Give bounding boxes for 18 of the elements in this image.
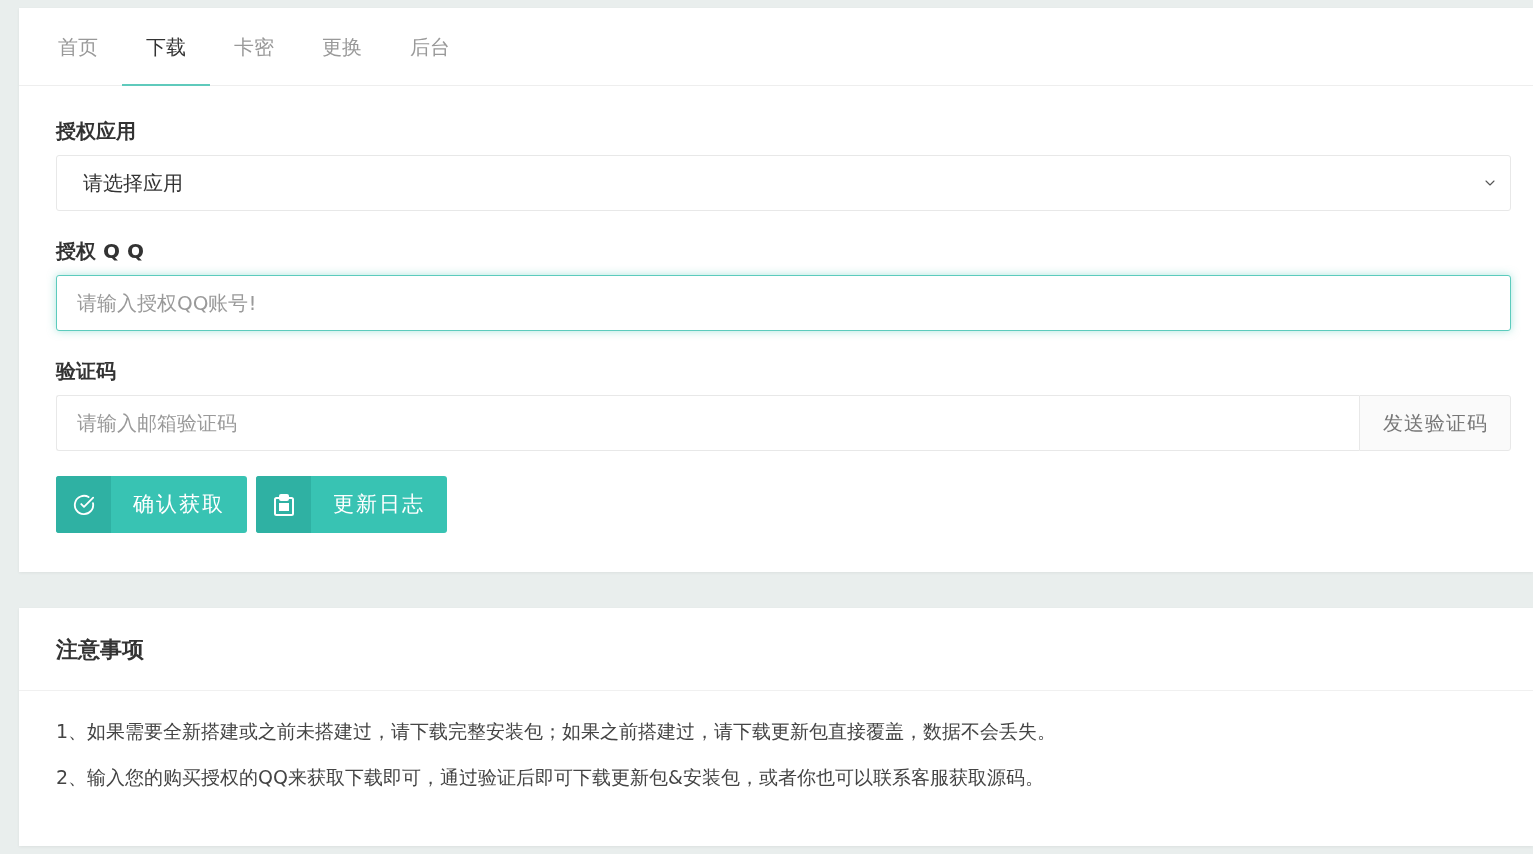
send-code-button[interactable]: 发送验证码	[1359, 395, 1511, 451]
input-field[interactable]: 请输入授权QQ账号!	[56, 275, 1511, 331]
nav-tab[interactable]: 首页	[34, 8, 122, 86]
nav-tab[interactable]: 后台	[386, 8, 474, 86]
notice-text: 1、如果需要全新搭建或之前未搭建过，请下载完整安装包；如果之前搭建过，请下载更新包直接覆盖，数据不会丢失。	[56, 719, 1058, 744]
nav-tab[interactable]: 更换	[298, 8, 386, 86]
field-label: 验证码	[56, 358, 117, 385]
check-circle-icon	[72, 493, 95, 516]
select-field[interactable]: 请选择应用	[56, 155, 1511, 211]
notice-text: 2、输入您的购买授权的QQ来获取下载即可，通过验证后即可下载更新包&安装包，或者你也可以联系客服获取源码。	[56, 765, 1045, 790]
field-label: 授权 Q Q	[56, 238, 145, 265]
field-label: 授权应用	[56, 118, 137, 145]
section-title: 注意事项	[56, 635, 144, 664]
clipboard-icon	[272, 493, 295, 516]
action-button[interactable]: 确认获取	[56, 476, 247, 533]
nav-tab[interactable]: 下载	[122, 8, 210, 86]
action-button[interactable]: 更新日志	[256, 476, 447, 533]
nav-tab[interactable]: 卡密	[210, 8, 298, 86]
